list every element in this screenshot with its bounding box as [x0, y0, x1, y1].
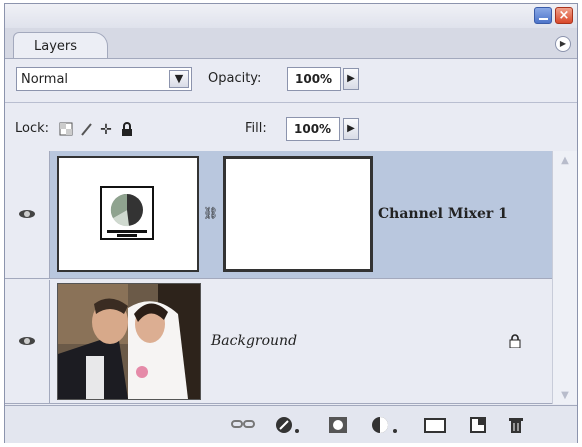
lock-all-icon[interactable] [119, 122, 135, 138]
blend-mode-select[interactable]: Normal ▼ [16, 67, 192, 91]
lock-image-pixels-icon[interactable] [79, 122, 95, 138]
fill-slider-arrow[interactable]: ▶ [343, 118, 359, 140]
opacity-slider-arrow[interactable]: ▶ [343, 68, 359, 90]
layer-row-channel-mixer[interactable]: ⛓ Channel Mixer 1 [5, 151, 553, 279]
layers-scrollbar[interactable]: ▲ ▼ [552, 151, 577, 404]
delete-layer-icon[interactable] [508, 416, 524, 434]
mask-thumbnail[interactable] [223, 156, 373, 272]
scroll-down-icon[interactable]: ▼ [559, 390, 571, 401]
lock-icon [509, 334, 521, 352]
tab-layers[interactable]: Layers [13, 32, 108, 58]
panel-menu-button[interactable]: ▶ [555, 36, 571, 52]
fill-label: Fill: [245, 121, 267, 136]
new-layer-icon[interactable] [469, 416, 487, 434]
lock-transparent-icon[interactable] [58, 122, 74, 138]
blend-mode-value: Normal [21, 72, 69, 87]
chevron-down-icon[interactable]: ▼ [169, 70, 189, 88]
layers-panel: × Layers ▶ Normal ▼ Opacity: 100% ▶ Lock… [4, 3, 578, 443]
add-mask-icon[interactable] [328, 416, 348, 434]
eye-icon[interactable] [19, 336, 35, 346]
layer-style-icon[interactable] [275, 416, 301, 434]
link-layers-icon[interactable] [231, 416, 255, 434]
photo-thumbnail[interactable] [57, 283, 201, 400]
panel-titlebar: × [5, 4, 577, 28]
visibility-toggle[interactable] [5, 151, 50, 278]
adjustment-layer-icon[interactable] [371, 416, 399, 434]
layers-toolbar [5, 405, 577, 443]
close-button[interactable]: × [555, 7, 573, 24]
blend-row: Normal ▼ Opacity: 100% ▶ [5, 59, 577, 95]
lock-label: Lock: [15, 121, 50, 136]
eye-icon[interactable] [19, 209, 35, 219]
layer-name[interactable]: Channel Mixer 1 [378, 206, 508, 222]
lock-position-icon[interactable]: ✛ [98, 122, 114, 138]
opacity-label: Opacity: [208, 71, 262, 86]
opacity-field[interactable]: 100% [287, 67, 341, 91]
minimize-button[interactable] [534, 7, 552, 24]
tab-label: Layers [34, 39, 78, 54]
tab-strip: Layers ▶ [5, 28, 577, 59]
scroll-up-icon[interactable]: ▲ [559, 155, 571, 166]
layer-name[interactable]: Background [211, 333, 297, 349]
adjustment-thumbnail[interactable] [57, 156, 199, 272]
new-group-icon[interactable] [424, 416, 446, 434]
layer-row-background[interactable]: Background [5, 280, 553, 404]
chain-link-icon[interactable]: ⛓ [203, 206, 218, 220]
visibility-toggle[interactable] [5, 280, 50, 403]
fill-field[interactable]: 100% [286, 117, 340, 141]
